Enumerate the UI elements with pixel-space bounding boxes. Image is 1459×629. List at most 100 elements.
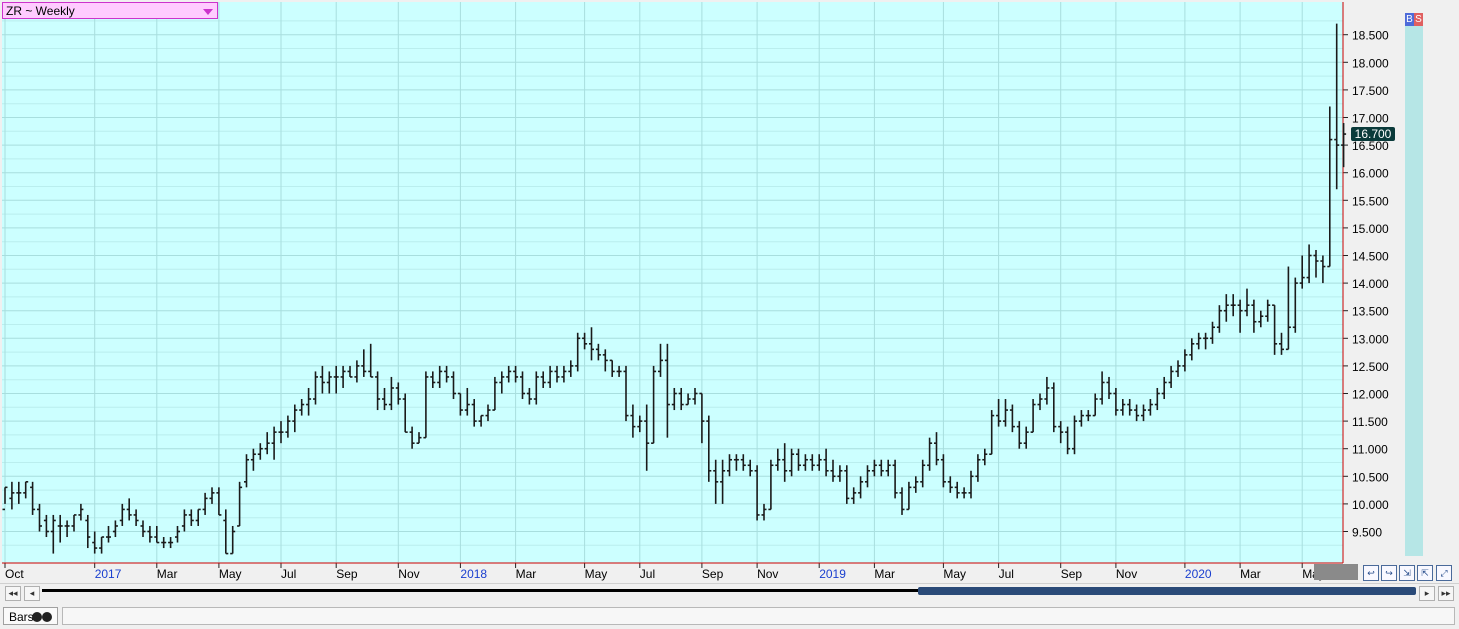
ohlc-bar [1196,332,1202,350]
ohlc-bar [892,459,898,499]
ohlc-bar [147,525,153,543]
ohlc-bar [768,459,774,511]
ohlc-bar [278,421,284,444]
ohlc-bar [996,399,1002,427]
ohlc-bar [368,343,374,378]
ohlc-bar [664,343,670,438]
y-tick-label: 16.500 [1352,139,1389,153]
ohlc-bar [9,481,15,510]
ohlc-bar [968,470,974,499]
ohlc-bar [1272,304,1278,355]
ohlc-bar [264,432,270,455]
ohlc-bar [671,387,677,411]
ohlc-bar [1313,249,1319,278]
ohlc-bar [1182,349,1188,372]
x-tick-label: Mar [516,567,537,581]
ohlc-bar [720,459,726,504]
ohlc-bar [271,426,277,460]
ohlc-bar [92,531,98,554]
ohlc-bar [692,387,698,405]
scroll-last-icon[interactable]: ▸▸ [1438,586,1454,601]
reset-view-icon[interactable]: ↩ [1363,565,1379,581]
ohlc-bar [1058,421,1064,444]
ohlc-bar [582,332,588,350]
scroll-right-icon[interactable]: ▸ [1419,586,1435,601]
x-tick-label: Sep [336,567,358,581]
x-tick-label: Nov [757,567,778,581]
ohlc-bar [899,487,905,515]
ohlc-bar [1237,299,1243,333]
x-tick-label: Nov [1116,567,1137,581]
ohlc-bar [906,481,912,511]
ohlc-bar [1023,426,1029,449]
ohlc-bar [30,481,36,515]
ohlc-bar [678,387,684,411]
ohlc-bar [43,514,49,538]
ohlc-bar [1085,410,1091,422]
ohlc-bar [568,360,574,377]
ohlc-bar [685,393,691,406]
ohlc-bar [775,448,781,471]
sell-button[interactable]: S [1414,13,1423,26]
chart-style-selector[interactable]: Bars [3,607,58,625]
ohlc-bar [1306,244,1312,284]
scroll-thumb[interactable] [918,587,1416,595]
ohlc-bar [1030,399,1036,433]
expand-icon[interactable]: ⇱ [1417,565,1433,581]
x-tick-label: 2017 [95,567,122,581]
ohlc-bar [658,343,663,377]
ohlc-bar [64,520,70,538]
time-axis-end-marker [1314,564,1358,580]
scroll-first-icon[interactable]: ◂◂ [5,586,21,601]
ohlc-bar [1003,399,1008,427]
fit-icon[interactable]: ⤢ [1436,565,1452,581]
ohlc-bar [1009,404,1015,433]
y-tick-label: 10.500 [1352,470,1389,484]
ohlc-bar [526,387,532,405]
ohlc-bar [1285,266,1291,351]
ohlc-bar [354,360,360,383]
x-tick-label: Oct [5,567,24,581]
y-tick-label: 18.500 [1352,29,1389,43]
y-tick-label: 13.000 [1352,332,1389,346]
ohlc-bar [637,415,643,433]
ohlc-bar [830,459,836,482]
ohlc-bar [230,525,236,555]
ohlc-bar [940,454,946,488]
dropdown-arrow-icon[interactable] [203,9,213,15]
y-tick-label: 17.500 [1352,84,1389,98]
ohlc-bar [547,365,553,388]
forward-icon[interactable]: ↪ [1381,565,1397,581]
compress-icon[interactable]: ⇲ [1399,565,1415,581]
ohlc-bar [181,509,187,532]
scroll-left-icon[interactable]: ◂ [24,586,40,601]
ohlc-bar [1251,299,1257,333]
ohlc-bar [471,399,477,427]
ohlc-bar [844,465,850,504]
ohlc-bar [402,393,408,433]
ohlc-bar [1044,376,1050,405]
ohlc-bar [382,387,387,411]
ohlc-bar [616,365,622,377]
symbol-selector[interactable]: ZR ~ Weekly [2,2,218,19]
ohlc-bar [920,459,926,488]
ohlc-bar [754,465,760,521]
price-chart[interactable]: 9.500 10.000 10.500 11.000 11.500 12.000 12.50… [0,0,1459,583]
ohlc-bar [837,465,843,482]
ohlc-bar [340,365,346,388]
y-tick-label: 13.500 [1352,305,1389,319]
ohlc-bar [651,365,657,444]
x-tick-label: Jul [281,567,296,581]
ohlc-bar [520,371,525,400]
ohlc-bar [112,520,118,538]
x-tick-label: Nov [398,567,419,581]
last-price-label: 16.700 [1355,127,1392,141]
ohlc-bar [499,371,505,394]
buy-button[interactable]: B [1405,13,1414,26]
ohlc-bar [361,349,367,377]
ohlc-bar [50,514,56,554]
ohlc-bar [602,349,608,372]
ohlc-bar [250,448,256,471]
x-tick-label: Sep [702,567,724,581]
ohlc-bar [457,392,463,416]
